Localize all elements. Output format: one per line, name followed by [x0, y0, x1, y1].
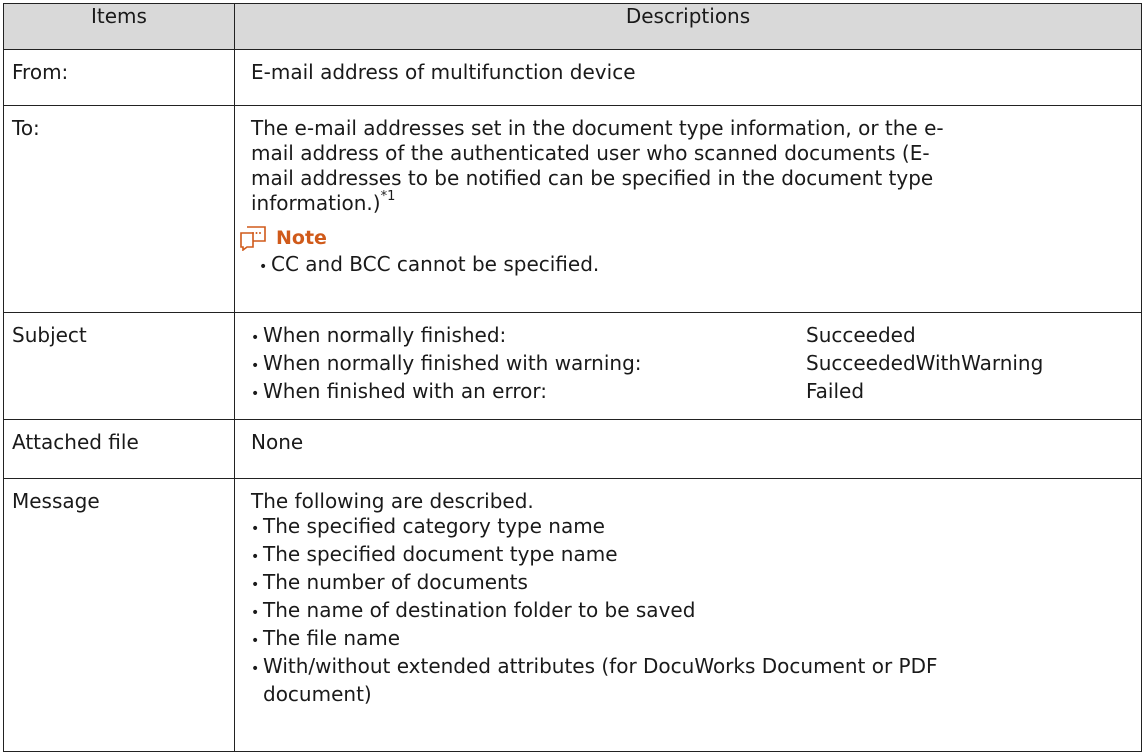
table-row-subject: Subject When normally finished: Succeede…	[3, 312, 1142, 420]
table-row-message: Message The following are described. The…	[3, 478, 1142, 752]
message-item: The specified category type name	[251, 514, 1121, 542]
message-item: The file name	[251, 626, 1121, 654]
to-description: The e-mail addresses set in the document…	[234, 105, 1142, 313]
subject-label: Subject	[3, 312, 235, 420]
message-item: The number of documents	[251, 570, 1121, 598]
subject-item: When finished with an error: Failed	[251, 379, 1121, 407]
table-row-attached-file: Attached file None	[3, 419, 1142, 479]
footnote-marker: *1	[380, 189, 396, 205]
message-item: The name of destination folder to be sav…	[251, 598, 1121, 626]
subject-item: When normally finished: Succeeded	[251, 323, 1121, 351]
attached-description: None	[234, 419, 1142, 479]
to-line: mail addresses to be notified can be spe…	[251, 166, 934, 190]
header-descriptions: Descriptions	[234, 3, 1142, 50]
table-row-from: From: E-mail address of multifunction de…	[3, 49, 1142, 106]
header-items: Items	[3, 3, 235, 50]
to-line-last: information.)*1	[251, 189, 396, 215]
info-table: Items Descriptions From: E-mail address …	[3, 3, 1142, 752]
message-intro: The following are described.	[251, 489, 534, 513]
note-item: CC and BCC cannot be specified.	[259, 252, 1121, 280]
note-speech-icon	[239, 225, 267, 252]
message-item: With/without extended attributes (for Do…	[251, 654, 1121, 682]
note-title: Note	[276, 226, 327, 249]
message-description: The following are described. The specifi…	[234, 478, 1142, 752]
message-item: The specified document type name	[251, 542, 1121, 570]
message-label: Message	[3, 478, 235, 752]
attached-label: Attached file	[3, 419, 235, 479]
to-line: mail address of the authenticated user w…	[251, 141, 930, 165]
subject-item: When normally finished with warning: Suc…	[251, 351, 1121, 379]
to-line: The e-mail addresses set in the document…	[251, 116, 944, 140]
subject-description: When normally finished: Succeeded When n…	[234, 312, 1142, 420]
message-item-continuation: document)	[263, 682, 372, 706]
header-row: Items Descriptions	[3, 3, 1142, 50]
table-row-to: To: The e-mail addresses set in the docu…	[3, 105, 1142, 313]
note-box: Note CC and BCC cannot be specified.	[240, 224, 1121, 280]
from-description: E-mail address of multifunction device	[234, 49, 1142, 106]
from-label: From:	[3, 49, 235, 106]
to-label: To:	[3, 105, 235, 313]
